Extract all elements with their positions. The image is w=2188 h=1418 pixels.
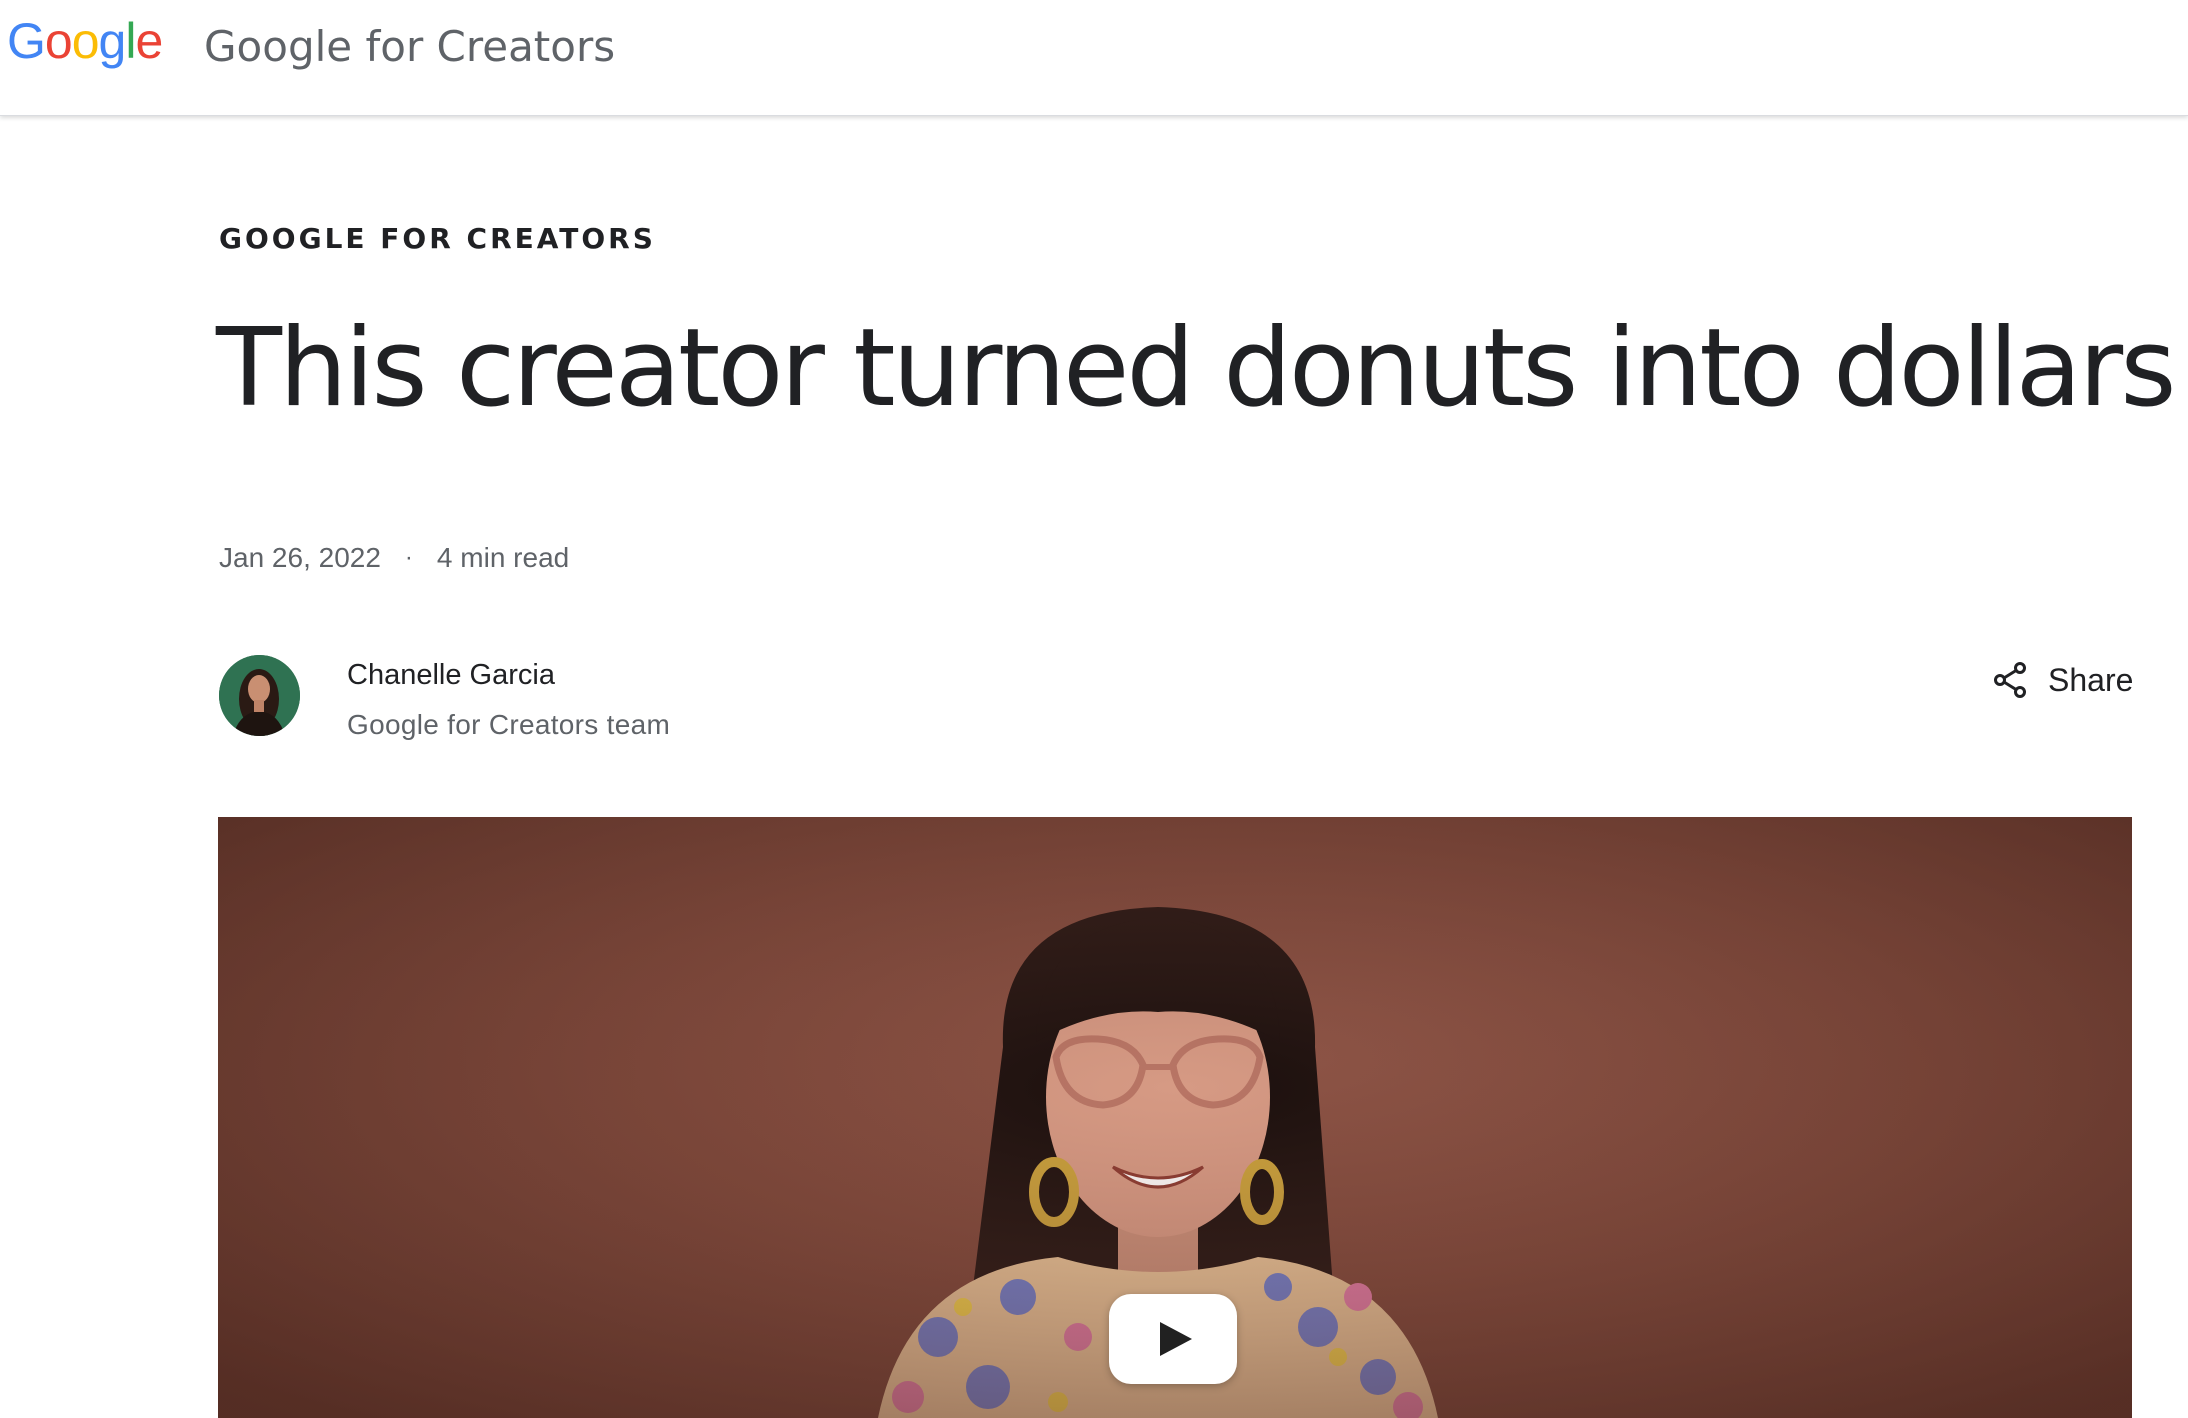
article-headline: This creator turned donuts into dollars bbox=[216, 306, 2176, 431]
share-label: Share bbox=[2048, 661, 2134, 698]
article-category[interactable]: GOOGLE FOR CREATORS bbox=[219, 222, 656, 255]
play-button[interactable] bbox=[1109, 1294, 1237, 1384]
author-avatar bbox=[219, 655, 300, 736]
site-title[interactable]: Google for Creators bbox=[204, 22, 615, 72]
share-button[interactable]: Share bbox=[1990, 660, 2133, 700]
author-team: Google for Creators team bbox=[347, 709, 671, 740]
video-player[interactable] bbox=[218, 817, 2132, 1418]
top-navigation-bar: Google Google for Creators bbox=[0, 0, 2188, 116]
meta-separator: · bbox=[404, 544, 413, 571]
share-icon bbox=[1994, 662, 2026, 698]
google-logo[interactable]: Google bbox=[7, 16, 163, 66]
publish-date: Jan 26, 2022 bbox=[219, 542, 381, 573]
read-time: 4 min read bbox=[436, 542, 570, 573]
article-meta: Jan 26, 2022 · 4 min read bbox=[219, 542, 569, 574]
play-icon bbox=[1160, 1322, 1192, 1356]
author-name: Chanelle Garcia bbox=[347, 659, 555, 691]
